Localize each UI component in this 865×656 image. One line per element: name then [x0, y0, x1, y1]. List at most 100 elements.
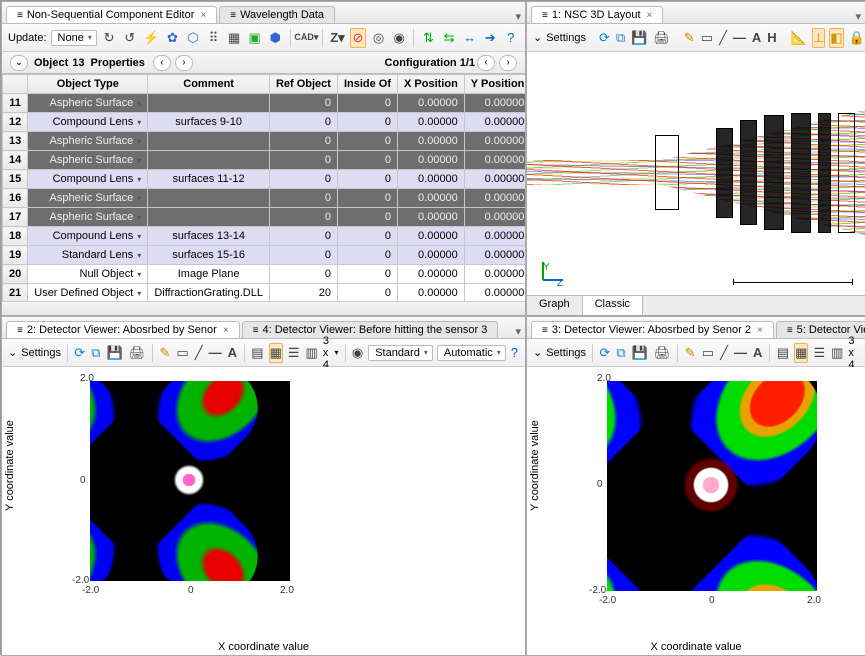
ref-object-cell[interactable]: 0 — [269, 170, 337, 189]
swap-cols-icon[interactable]: ⇆ — [441, 28, 458, 48]
comment-cell[interactable] — [148, 189, 270, 208]
grid2-icon[interactable]: ▦ — [269, 343, 283, 363]
table-row[interactable]: 13Aspheric Surface▾000.000000.00000 — [3, 132, 526, 151]
tab[interactable]: ≡4: Detector Viewer: Before hitting the … — [242, 321, 499, 338]
text-h-icon[interactable]: H — [766, 28, 777, 48]
comment-cell[interactable]: surfaces 15-16 — [148, 246, 270, 265]
line-icon[interactable]: ╱ — [718, 28, 728, 48]
close-icon[interactable]: × — [757, 325, 763, 336]
column-header[interactable]: X Position — [398, 75, 465, 94]
y-position-cell[interactable]: 0.00000 — [464, 284, 525, 302]
inside-of-cell[interactable]: 0 — [337, 189, 397, 208]
close-icon[interactable]: × — [200, 10, 206, 21]
ref-object-cell[interactable]: 0 — [269, 265, 337, 284]
grid2-icon[interactable]: ▦ — [794, 343, 808, 363]
y-position-cell[interactable]: 0.00000 — [464, 208, 525, 227]
ref-object-cell[interactable]: 0 — [269, 246, 337, 265]
target-icon[interactable]: ◉ — [351, 343, 364, 363]
line-icon[interactable]: ╱ — [719, 343, 729, 363]
column-header[interactable]: Ref Object — [269, 75, 337, 94]
row-number[interactable]: 13 — [3, 132, 28, 151]
stack-icon[interactable]: ☰ — [812, 343, 826, 363]
comment-cell[interactable]: surfaces 9-10 — [148, 113, 270, 132]
row-number[interactable]: 11 — [3, 94, 28, 113]
object-type-cell[interactable]: Standard Lens▾ — [28, 246, 148, 265]
x-position-cell[interactable]: 0.00000 — [398, 284, 465, 302]
tab[interactable]: ≡3: Detector Viewer: Abosrbed by Senor 2… — [531, 321, 774, 338]
green-square-icon[interactable]: ▣ — [246, 28, 263, 48]
dock-menu-icon[interactable]: ▾ — [515, 10, 521, 23]
ref-object-cell[interactable]: 0 — [269, 208, 337, 227]
z-menu-icon[interactable]: Z▾ — [329, 28, 346, 48]
table-row[interactable]: 14Aspheric Surface▾000.000000.00000 — [3, 151, 526, 170]
pencil-icon[interactable]: ✎ — [683, 28, 696, 48]
tab[interactable]: ≡1: NSC 3D Layout× — [531, 6, 663, 23]
column-header[interactable]: Y Position — [464, 75, 525, 94]
x-position-cell[interactable]: 0.00000 — [398, 113, 465, 132]
x-position-cell[interactable]: 0.00000 — [398, 265, 465, 284]
axis-toggle-icon[interactable]: ⊥ — [812, 28, 825, 48]
settings-label[interactable]: Settings — [546, 32, 586, 44]
subgrid-icon[interactable]: ▥ — [830, 343, 844, 363]
y-position-cell[interactable]: 0.00000 — [464, 227, 525, 246]
standard-dropdown[interactable]: Standard▾ — [368, 345, 433, 361]
object-type-cell[interactable]: Aspheric Surface▾ — [28, 189, 148, 208]
column-header[interactable]: Object Type — [28, 75, 148, 94]
copy-icon[interactable]: ⧉ — [90, 343, 101, 363]
inside-of-cell[interactable]: 0 — [337, 94, 397, 113]
y-position-cell[interactable]: 0.00000 — [464, 151, 525, 170]
x-position-cell[interactable]: 0.00000 — [398, 151, 465, 170]
go-arrow-icon[interactable]: ➔ — [482, 28, 499, 48]
dash-icon[interactable]: — — [208, 343, 223, 363]
subgrid-icon[interactable]: ▥ — [305, 343, 319, 363]
row-number[interactable]: 14 — [3, 151, 28, 170]
comment-cell[interactable]: surfaces 11-12 — [148, 170, 270, 189]
detector-plot-3[interactable]: 2.0 0 -2.0 -2.0 0 2.0 X coordinate value… — [527, 367, 865, 655]
table-row[interactable]: 21User Defined Object▾DiffractionGrating… — [3, 284, 526, 302]
settings-label[interactable]: Settings — [21, 347, 61, 359]
component-table-scroll[interactable]: Object TypeCommentRef ObjectInside OfX P… — [2, 74, 525, 301]
print-icon[interactable]: 🖨 — [652, 28, 671, 48]
refresh-icon[interactable]: ⟳ — [598, 28, 611, 48]
cube-view-icon[interactable]: ◧ — [829, 28, 843, 48]
table-row[interactable]: 15Compound Lens▾surfaces 11-12000.000000… — [3, 170, 526, 189]
comment-cell[interactable] — [148, 208, 270, 227]
gray-circles-icon[interactable]: ◉ — [391, 28, 408, 48]
config-prev-button[interactable]: ‹ — [477, 55, 495, 71]
row-number[interactable]: 20 — [3, 265, 28, 284]
column-header[interactable]: Inside Of — [337, 75, 397, 94]
settings-expand-icon[interactable]: ⌄ — [8, 346, 17, 359]
pencil-icon[interactable]: ✎ — [159, 343, 172, 363]
table-row[interactable]: 17Aspheric Surface▾000.000000.00000 — [3, 208, 526, 227]
layout-mode-tab[interactable]: Graph — [527, 296, 583, 315]
row-number[interactable]: 21 — [3, 284, 28, 302]
x-position-cell[interactable]: 0.00000 — [398, 227, 465, 246]
dash-icon[interactable]: — — [732, 28, 747, 48]
print-icon[interactable]: 🖨 — [653, 343, 672, 363]
line-icon[interactable]: ╱ — [194, 343, 204, 363]
blue-gear-icon[interactable]: ✿ — [164, 28, 181, 48]
grid1-icon[interactable]: ▤ — [250, 343, 264, 363]
help-icon[interactable]: ? — [502, 28, 519, 48]
grid-icon[interactable]: ▦ — [226, 28, 243, 48]
resize-cols-icon[interactable]: ↔ — [461, 28, 478, 48]
inside-of-cell[interactable]: 0 — [337, 284, 397, 302]
text-a-icon[interactable]: A — [227, 343, 238, 363]
dash-icon[interactable]: — — [733, 343, 748, 363]
object-type-cell[interactable]: Compound Lens▾ — [28, 113, 148, 132]
ref-object-cell[interactable]: 0 — [269, 113, 337, 132]
target-icon[interactable]: ◎ — [370, 28, 387, 48]
y-position-cell[interactable]: 0.00000 — [464, 113, 525, 132]
pencil-icon[interactable]: ✎ — [684, 343, 697, 363]
y-position-cell[interactable]: 0.00000 — [464, 132, 525, 151]
close-icon[interactable]: × — [223, 325, 229, 336]
inside-of-cell[interactable]: 0 — [337, 132, 397, 151]
help-icon[interactable]: ? — [510, 343, 519, 363]
ref-object-cell[interactable]: 20 — [269, 284, 337, 302]
y-position-cell[interactable]: 0.00000 — [464, 170, 525, 189]
x-position-cell[interactable]: 0.00000 — [398, 132, 465, 151]
object-type-cell[interactable]: Aspheric Surface▾ — [28, 94, 148, 113]
x-position-cell[interactable]: 0.00000 — [398, 246, 465, 265]
ref-object-cell[interactable]: 0 — [269, 189, 337, 208]
settings-expand-icon[interactable]: ⌄ — [533, 346, 542, 359]
